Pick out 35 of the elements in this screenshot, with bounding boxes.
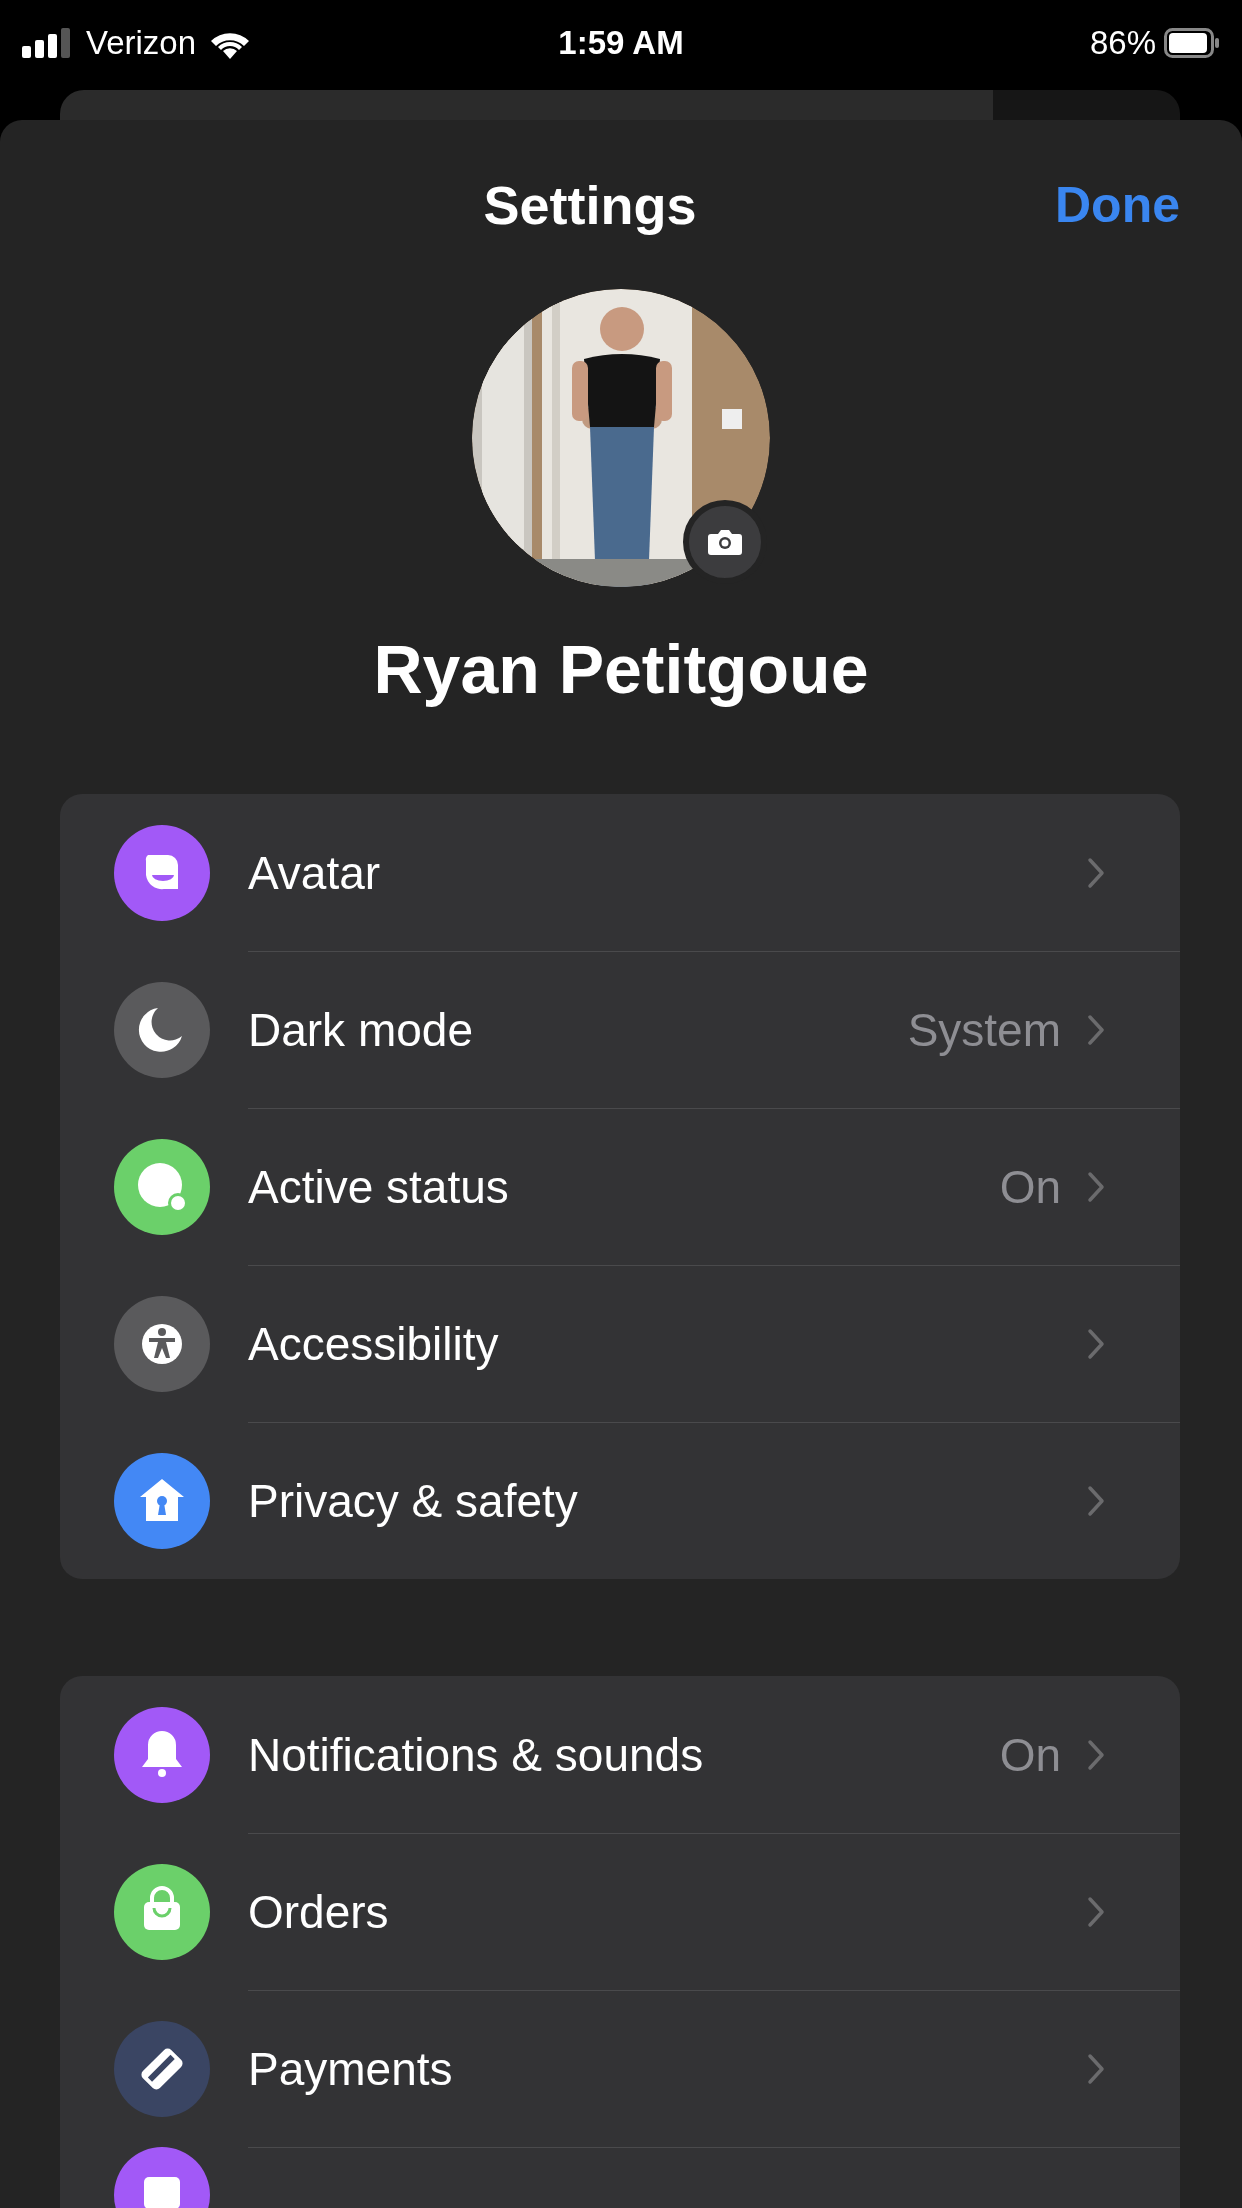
camera-icon xyxy=(707,528,743,556)
setting-label: Avatar xyxy=(248,845,382,900)
settings-row[interactable]: Orders xyxy=(60,1833,1180,1990)
setting-value: On xyxy=(999,1727,1061,1782)
chevron-icon xyxy=(1087,856,1105,889)
chevron-icon xyxy=(1087,1485,1105,1517)
clock-time: 1:59 AM xyxy=(558,23,684,62)
screen-title: Settings xyxy=(483,174,697,236)
setting-label: Dark mode xyxy=(248,1003,474,1057)
chevron-icon xyxy=(1087,1014,1105,1046)
chevron-icon xyxy=(1087,1738,1105,1771)
settings-row[interactable]: Accessibility xyxy=(60,1265,1180,1422)
settings-row[interactable]: Payments xyxy=(60,1990,1180,2147)
setting-label: Active status xyxy=(248,1160,510,1214)
battery-percentage: 86% xyxy=(1089,23,1156,62)
settings-row[interactable]: Notifications & sounds On xyxy=(60,1676,1180,1833)
setting-label: Accessibility xyxy=(248,1317,500,1371)
settings-row[interactable]: Active status On xyxy=(60,1108,1180,1265)
chevron-icon xyxy=(1087,1171,1105,1203)
chevron-icon xyxy=(1087,1896,1105,1928)
profile-name: Ryan Petitgoue xyxy=(372,630,870,709)
setting-label: Orders xyxy=(248,1885,390,1939)
setting-value: System xyxy=(907,1003,1061,1057)
setting-label: Privacy & safety xyxy=(248,1474,579,1528)
chevron-icon xyxy=(1087,1328,1105,1360)
done-button[interactable]: Done xyxy=(1055,176,1180,234)
carrier-name: Verizon xyxy=(86,23,197,62)
setting-value: On xyxy=(999,1160,1061,1214)
settings-row[interactable]: Avatar xyxy=(60,794,1180,951)
settings-row[interactable]: Privacy & safety xyxy=(60,1422,1180,1579)
setting-label: Notifications & sounds xyxy=(248,1727,705,1782)
settings-row[interactable]: Dark mode System xyxy=(60,951,1180,1108)
battery-icon xyxy=(1164,27,1220,58)
setting-label: Payments xyxy=(248,2042,454,2096)
chevron-icon xyxy=(1087,2053,1105,2085)
